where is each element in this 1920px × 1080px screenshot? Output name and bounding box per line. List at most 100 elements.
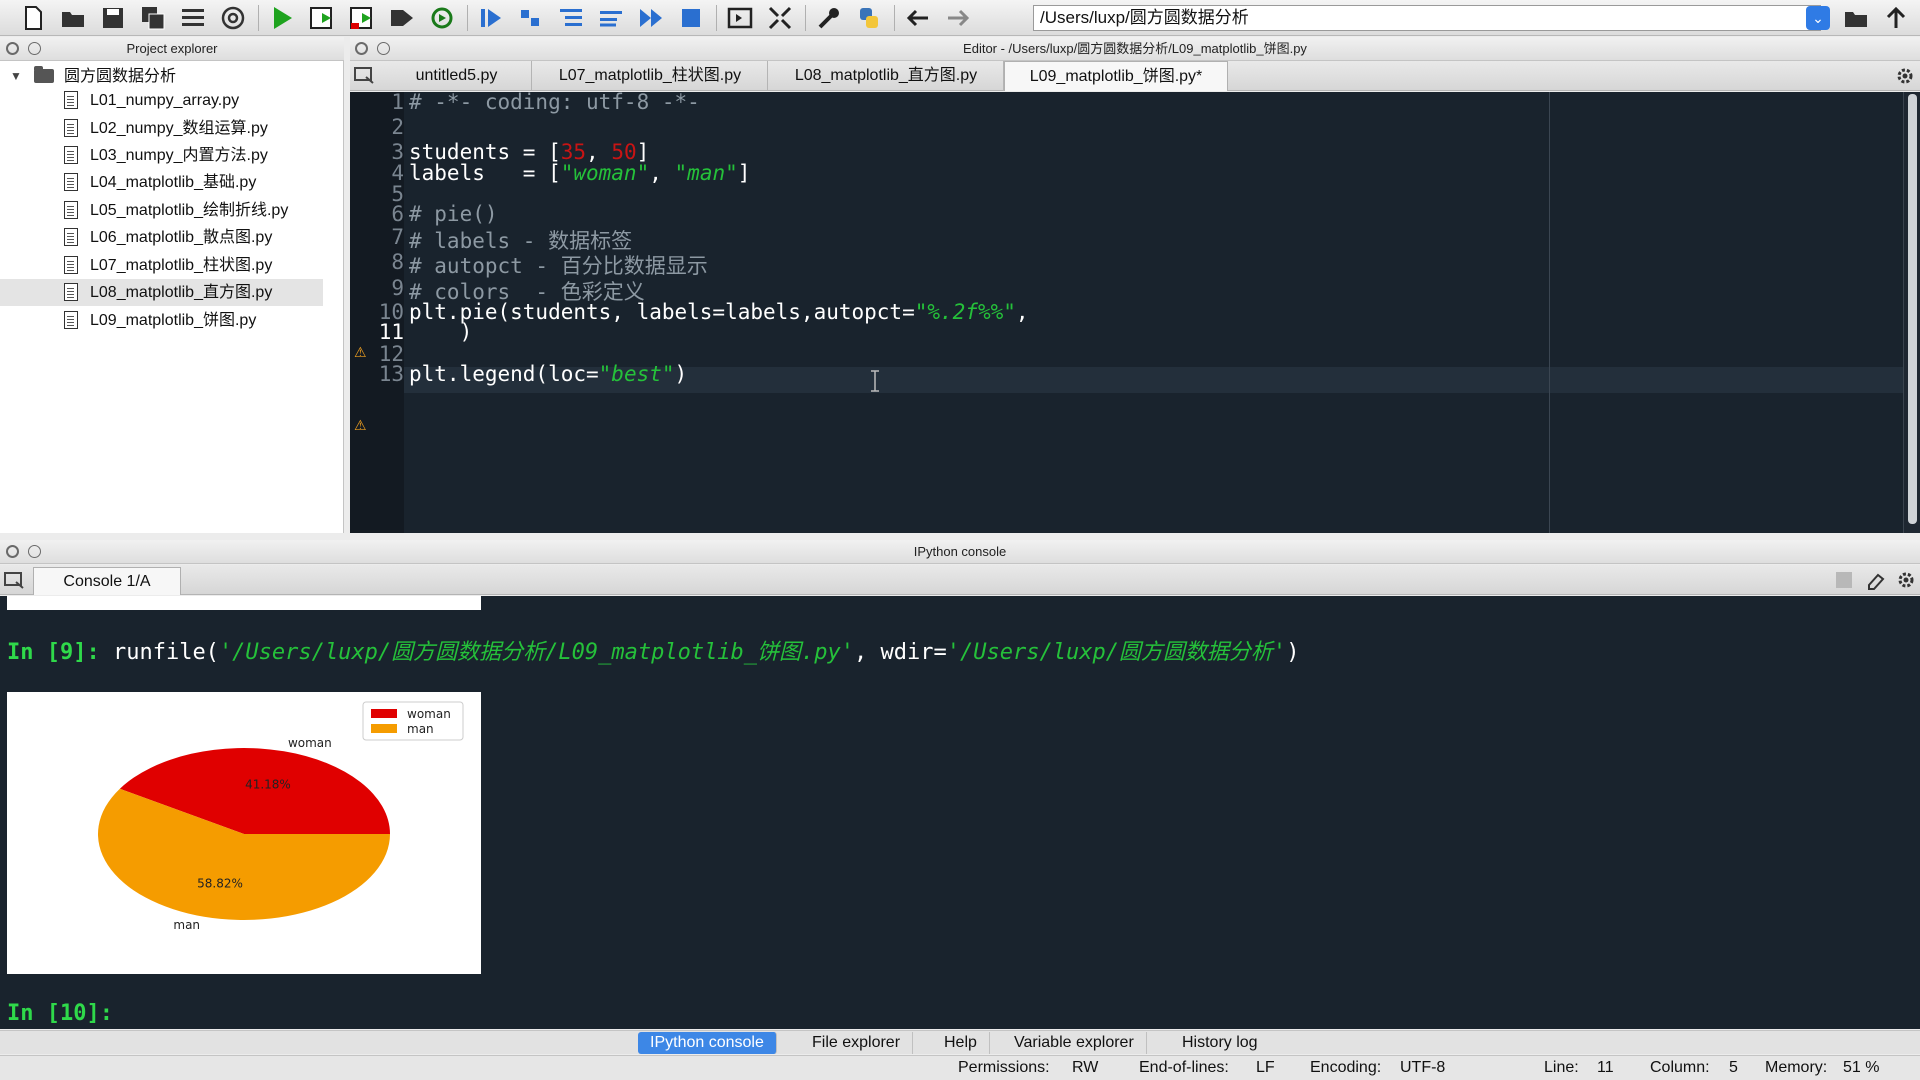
stop-icon[interactable] — [676, 4, 706, 32]
main-toolbar: /Users/luxp/圆方圆数据分析 ⌄ — [0, 0, 1920, 36]
file-icon — [64, 311, 78, 329]
tree-file[interactable]: L01_numpy_array.py — [0, 87, 344, 114]
code-editor[interactable]: 1 2 3 4 5 6 7 8 9 10 11 12 13 ⚠ ⚠ # -*- coding: utf-… — [350, 92, 1920, 533]
maximize-pane-icon[interactable] — [725, 4, 755, 32]
file-name: L06_matplotlib_散点图.py — [90, 229, 273, 246]
pane-title-text: Project explorer — [126, 41, 218, 56]
tab-l08[interactable]: L08_matplotlib_直方图.py — [769, 61, 1004, 91]
code-token: labels = [ — [409, 161, 561, 185]
eraser-icon[interactable] — [1866, 570, 1886, 590]
tab-file-explorer[interactable]: File explorer — [800, 1032, 914, 1054]
new-file-icon[interactable] — [18, 4, 48, 32]
tab-untitled5[interactable]: untitled5.py — [382, 61, 532, 91]
chevron-down-icon[interactable]: ⌄ — [1806, 6, 1830, 30]
folder-name: 圆方圆数据分析 — [64, 68, 177, 85]
text-cursor-icon — [870, 370, 880, 392]
close-pane-icon[interactable] — [6, 545, 19, 558]
tree-file[interactable]: L06_matplotlib_散点图.py — [0, 224, 344, 251]
tab-ipython-console[interactable]: IPython console — [638, 1032, 777, 1054]
legend-swatch — [371, 724, 397, 733]
chevron-down-icon[interactable]: ▼ — [10, 63, 22, 90]
python-icon[interactable] — [854, 4, 884, 32]
tree-file[interactable]: L05_matplotlib_绘制折线.py — [0, 197, 344, 224]
code-line-11: ) — [409, 320, 473, 344]
undock-pane-icon[interactable] — [28, 545, 41, 558]
tab-history-log[interactable]: History log — [1170, 1032, 1270, 1054]
debug-icon[interactable] — [476, 4, 506, 32]
open-folder-icon[interactable] — [58, 4, 88, 32]
tab-console-1a[interactable]: Console 1/A — [33, 567, 181, 595]
save-icon[interactable] — [98, 4, 128, 32]
working-directory-input[interactable]: /Users/luxp/圆方圆数据分析 — [1033, 5, 1821, 31]
warning-icon[interactable]: ⚠ — [354, 417, 367, 434]
file-icon — [64, 173, 78, 191]
code-token: plt.pie(students, labels=labels,autopct= — [409, 300, 915, 324]
run-icon[interactable] — [267, 4, 297, 32]
console-tabbar: Console 1/A — [0, 565, 1920, 595]
folder-icon — [34, 66, 54, 83]
tree-file[interactable]: L07_matplotlib_柱状图.py — [0, 252, 344, 279]
run-cell-icon[interactable] — [307, 4, 337, 32]
gear-icon[interactable] — [1895, 66, 1915, 86]
undock-pane-icon[interactable] — [377, 42, 390, 55]
line-number: 8 — [391, 250, 404, 274]
ipython-console[interactable]: In [9]: runfile('/Users/luxp/圆方圆数据分析/L09… — [0, 596, 1920, 1029]
pie-percent-label: 58.82% — [197, 877, 243, 891]
project-explorer: ▼ 圆方圆数据分析 L01_numpy_array.py L02_numpy_数组… — [0, 61, 344, 533]
line-number: 7 — [391, 225, 404, 249]
tab-l09[interactable]: L09_matplotlib_饼图.py* — [1004, 61, 1228, 91]
console-input-10[interactable]: In [10]: — [7, 1001, 126, 1026]
save-all-icon[interactable] — [138, 4, 168, 32]
step-return-icon[interactable] — [596, 4, 626, 32]
code-line-1: # -*- coding: utf-8 -*- — [409, 92, 700, 114]
tree-file[interactable]: L03_numpy_内置方法.py — [0, 142, 344, 169]
pane-title-text: Editor - /Users/luxp/圆方圆数据分析/L09_matplot… — [963, 41, 1307, 56]
tree-file[interactable]: L08_matplotlib_直方图.py — [0, 279, 323, 306]
code-line-6: # pie() — [409, 202, 498, 226]
list-icon[interactable] — [178, 4, 208, 32]
back-arrow-icon[interactable] — [903, 4, 933, 32]
rerun-icon[interactable] — [427, 4, 457, 32]
close-pane-icon[interactable] — [355, 42, 368, 55]
code-string: "%.2f%%" — [914, 300, 1016, 324]
open-folder-icon[interactable] — [1842, 4, 1872, 32]
console-title: IPython console — [0, 540, 1920, 564]
step-icon[interactable] — [516, 4, 546, 32]
file-icon — [64, 283, 78, 301]
scrollbar-thumb[interactable] — [1908, 94, 1917, 524]
editor-tabbar: untitled5.py L07_matplotlib_柱状图.py L08_m… — [350, 61, 1920, 91]
pie-chart: 41.18%woman58.82%manwomanman — [97, 701, 464, 932]
console-input-9: In [9]: runfile('/Users/luxp/圆方圆数据分析/L09… — [7, 634, 1299, 666]
fullscreen-icon[interactable] — [765, 4, 795, 32]
stop-console-icon[interactable] — [1836, 572, 1852, 588]
editor-scrollbar[interactable] — [1903, 92, 1920, 533]
code-line-10: plt.pie(students, labels=labels,autopct=… — [409, 300, 1029, 324]
tab-variable-explorer[interactable]: Variable explorer — [1002, 1032, 1147, 1054]
browse-tabs-icon[interactable] — [354, 65, 376, 85]
close-pane-icon[interactable] — [6, 42, 19, 55]
tree-file[interactable]: L02_numpy_数组运算.py — [0, 115, 344, 142]
tree-file[interactable]: L04_matplotlib_基础.py — [0, 169, 344, 196]
edge-line — [1549, 92, 1550, 533]
forward-arrow-icon[interactable] — [943, 4, 973, 32]
continue-icon[interactable] — [636, 4, 666, 32]
gear-icon[interactable] — [1896, 570, 1916, 590]
tab-l07[interactable]: L07_matplotlib_柱状图.py — [533, 61, 768, 91]
undock-pane-icon[interactable] — [28, 42, 41, 55]
code-string: "best" — [598, 362, 675, 386]
wrench-icon[interactable] — [814, 4, 844, 32]
run-selection-icon[interactable] — [387, 4, 417, 32]
step-into-icon[interactable] — [556, 4, 586, 32]
browse-tabs-icon[interactable] — [4, 570, 26, 590]
file-icon — [64, 228, 78, 246]
line-value: 11 — [1597, 1059, 1614, 1076]
tab-help[interactable]: Help — [932, 1032, 990, 1054]
up-arrow-icon[interactable] — [1882, 4, 1912, 32]
at-sign-icon[interactable] — [218, 4, 248, 32]
code-token: , — [1015, 300, 1029, 324]
tree-file[interactable]: L09_matplotlib_饼图.py — [0, 307, 344, 334]
tree-folder[interactable]: ▼ 圆方圆数据分析 — [0, 63, 344, 90]
run-cell-advance-icon[interactable] — [347, 4, 377, 32]
warning-icon[interactable]: ⚠ — [354, 344, 367, 361]
pie-chart-figure: 41.18% woman 58.82% man woman man — [7, 692, 481, 974]
